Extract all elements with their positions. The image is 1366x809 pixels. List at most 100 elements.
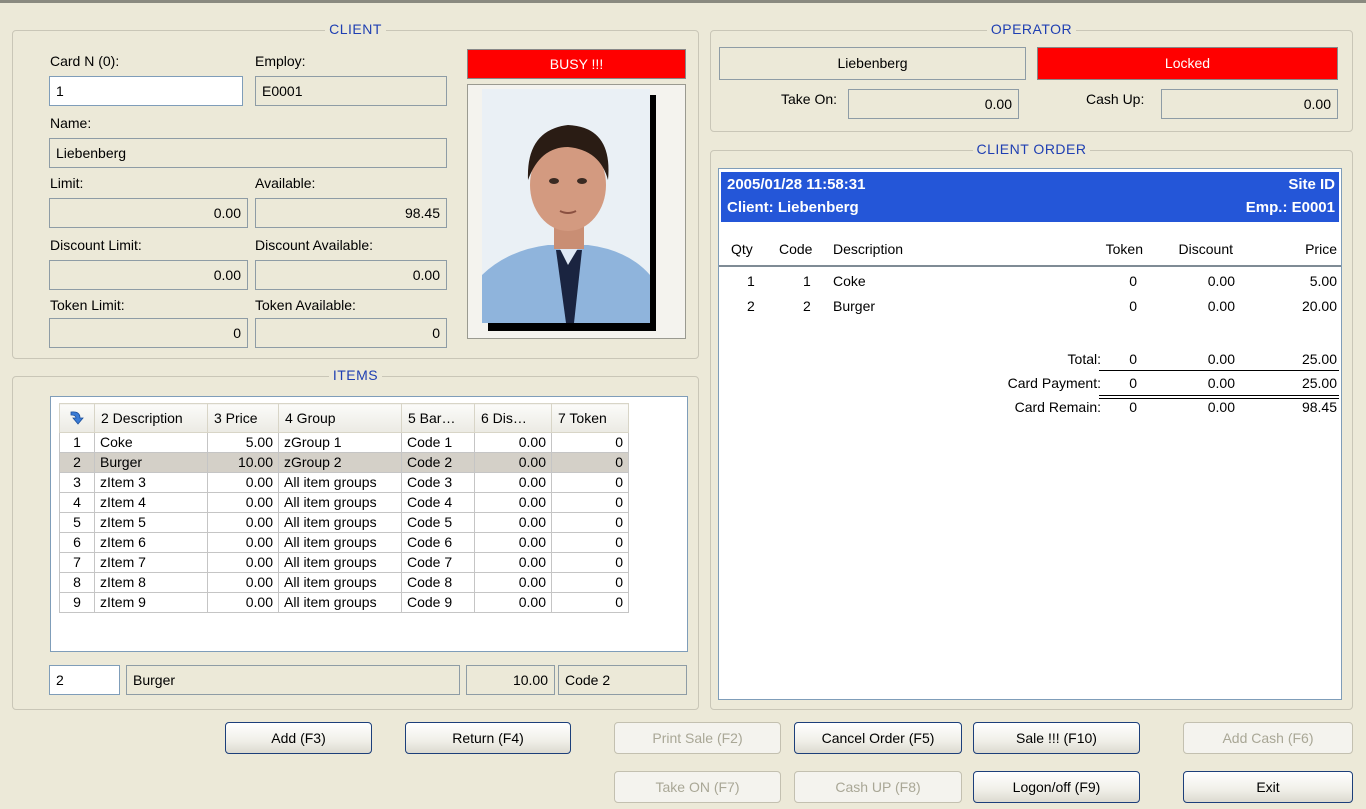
table-cell-dis: 0.00 bbox=[474, 512, 552, 533]
operator-name-field: Liebenberg bbox=[719, 47, 1026, 80]
table-cell-desc: zItem 7 bbox=[94, 552, 208, 573]
table-row[interactable]: 6 zItem 6 0.00 All item groups Code 6 0.00 0 bbox=[59, 532, 629, 553]
card-remain-price: 98.45 bbox=[1301, 399, 1337, 415]
order-line-code: 1 bbox=[803, 273, 811, 289]
sort-arrow-icon[interactable] bbox=[59, 403, 95, 433]
items-table: 2 Description 3 Price 4 Group 5 Bar… 6 D… bbox=[59, 403, 629, 613]
table-cell-bar: Code 1 bbox=[401, 432, 475, 453]
order-site-id: Site ID bbox=[1288, 176, 1335, 193]
order-line-token: 0 bbox=[1129, 273, 1137, 289]
take-on-button[interactable]: Take ON (F7) bbox=[614, 771, 781, 803]
order-panel: 2005/01/28 11:58:31 Site ID Client: Lieb… bbox=[718, 168, 1342, 700]
selected-price-field: 10.00 bbox=[466, 665, 555, 695]
add-cash-button[interactable]: Add Cash (F6) bbox=[1183, 722, 1353, 754]
order-head-price: Price bbox=[1305, 241, 1337, 257]
total-underline bbox=[1099, 370, 1339, 371]
discount-limit-field: 0.00 bbox=[49, 260, 248, 290]
table-cell-group: All item groups bbox=[278, 572, 402, 593]
col-discount[interactable]: 6 Dis… bbox=[474, 403, 552, 433]
table-cell-dis: 0.00 bbox=[474, 452, 552, 473]
order-head-discount: Discount bbox=[1178, 241, 1233, 257]
selected-code-field: Code 2 bbox=[558, 665, 687, 695]
table-cell-dis: 0.00 bbox=[474, 532, 552, 553]
table-cell-bar: Code 2 bbox=[401, 452, 475, 473]
col-price[interactable]: 3 Price bbox=[207, 403, 279, 433]
table-row[interactable]: 5 zItem 5 0.00 All item groups Code 5 0.00 0 bbox=[59, 512, 629, 533]
table-cell-n: 6 bbox=[59, 532, 95, 553]
table-row[interactable]: 2 Burger 10.00 zGroup 2 Code 2 0.00 0 bbox=[59, 452, 629, 473]
name-field: Liebenberg bbox=[49, 138, 447, 168]
table-cell-dis: 0.00 bbox=[474, 472, 552, 493]
table-cell-n: 8 bbox=[59, 572, 95, 593]
table-cell-price: 0.00 bbox=[207, 512, 279, 533]
card-remain-discount: 0.00 bbox=[1207, 399, 1235, 415]
table-cell-n: 9 bbox=[59, 592, 95, 613]
take-on-label: Take On: bbox=[781, 91, 838, 107]
card-payment-discount: 0.00 bbox=[1207, 375, 1235, 391]
table-cell-group: All item groups bbox=[278, 532, 402, 553]
col-token[interactable]: 7 Token bbox=[551, 403, 629, 433]
locked-status-badge: Locked bbox=[1037, 47, 1338, 80]
col-group[interactable]: 4 Group bbox=[278, 403, 402, 433]
limit-label: Limit: bbox=[50, 175, 84, 191]
discount-limit-label: Discount Limit: bbox=[50, 237, 142, 253]
table-cell-token: 0 bbox=[551, 492, 629, 513]
add-button[interactable]: Add (F3) bbox=[225, 722, 372, 754]
card-remain-token: 0 bbox=[1129, 399, 1137, 415]
cash-up-button[interactable]: Cash UP (F8) bbox=[794, 771, 962, 803]
order-line-qty: 2 bbox=[747, 298, 755, 314]
table-row[interactable]: 7 zItem 7 0.00 All item groups Code 7 0.00 0 bbox=[59, 552, 629, 573]
print-sale-button[interactable]: Print Sale (F2) bbox=[614, 722, 781, 754]
col-description[interactable]: 2 Description bbox=[94, 403, 208, 433]
table-cell-n: 2 bbox=[59, 452, 95, 473]
col-barcode[interactable]: 5 Bar… bbox=[401, 403, 475, 433]
table-row[interactable]: 9 zItem 9 0.00 All item groups Code 9 0.00 0 bbox=[59, 592, 629, 613]
table-cell-group: All item groups bbox=[278, 552, 402, 573]
card-number-input[interactable]: 1 bbox=[49, 76, 243, 106]
order-line-qty: 1 bbox=[747, 273, 755, 289]
table-cell-token: 0 bbox=[551, 532, 629, 553]
items-grid[interactable]: 2 Description 3 Price 4 Group 5 Bar… 6 D… bbox=[50, 396, 688, 652]
logon-off-button[interactable]: Logon/off (F9) bbox=[973, 771, 1140, 803]
window-top-border bbox=[0, 0, 1366, 3]
table-cell-bar: Code 3 bbox=[401, 472, 475, 493]
table-cell-n: 4 bbox=[59, 492, 95, 513]
cancel-order-button[interactable]: Cancel Order (F5) bbox=[794, 722, 962, 754]
order-line-token: 0 bbox=[1129, 298, 1137, 314]
total-price: 25.00 bbox=[1301, 351, 1337, 367]
order-head-code: Code bbox=[779, 241, 813, 257]
selected-qty-input[interactable]: 2 bbox=[49, 665, 120, 695]
total-discount: 0.00 bbox=[1207, 351, 1235, 367]
table-cell-dis: 0.00 bbox=[474, 432, 552, 453]
table-cell-desc: zItem 4 bbox=[94, 492, 208, 513]
order-client: Client: Liebenberg bbox=[727, 199, 859, 216]
table-cell-token: 0 bbox=[551, 472, 629, 493]
table-row[interactable]: 1 Coke 5.00 zGroup 1 Code 1 0.00 0 bbox=[59, 432, 629, 453]
table-cell-dis: 0.00 bbox=[474, 552, 552, 573]
table-cell-token: 0 bbox=[551, 552, 629, 573]
discount-available-label: Discount Available: bbox=[255, 237, 374, 253]
table-cell-dis: 0.00 bbox=[474, 572, 552, 593]
token-available-field: 0 bbox=[255, 318, 447, 348]
table-cell-n: 3 bbox=[59, 472, 95, 493]
selected-description-field: Burger bbox=[126, 665, 460, 695]
table-row[interactable]: 4 zItem 4 0.00 All item groups Code 4 0.00 0 bbox=[59, 492, 629, 513]
sale-button[interactable]: Sale !!! (F10) bbox=[973, 722, 1140, 754]
table-row[interactable]: 8 zItem 8 0.00 All item groups Code 8 0.00 0 bbox=[59, 572, 629, 593]
table-cell-price: 0.00 bbox=[207, 532, 279, 553]
name-label: Name: bbox=[50, 115, 92, 131]
return-button[interactable]: Return (F4) bbox=[405, 722, 571, 754]
table-cell-desc: zItem 3 bbox=[94, 472, 208, 493]
table-cell-bar: Code 8 bbox=[401, 572, 475, 593]
take-on-field: 0.00 bbox=[848, 89, 1019, 119]
exit-button[interactable]: Exit bbox=[1183, 771, 1353, 803]
limit-field: 0.00 bbox=[49, 198, 248, 228]
order-header-divider bbox=[719, 265, 1341, 267]
cash-up-field: 0.00 bbox=[1161, 89, 1338, 119]
table-row[interactable]: 3 zItem 3 0.00 All item groups Code 3 0.00 0 bbox=[59, 472, 629, 493]
table-cell-desc: Burger bbox=[94, 452, 208, 473]
client-photo-frame bbox=[467, 84, 686, 339]
table-cell-desc: zItem 8 bbox=[94, 572, 208, 593]
order-line-code: 2 bbox=[803, 298, 811, 314]
order-line-description: Coke bbox=[833, 273, 866, 289]
